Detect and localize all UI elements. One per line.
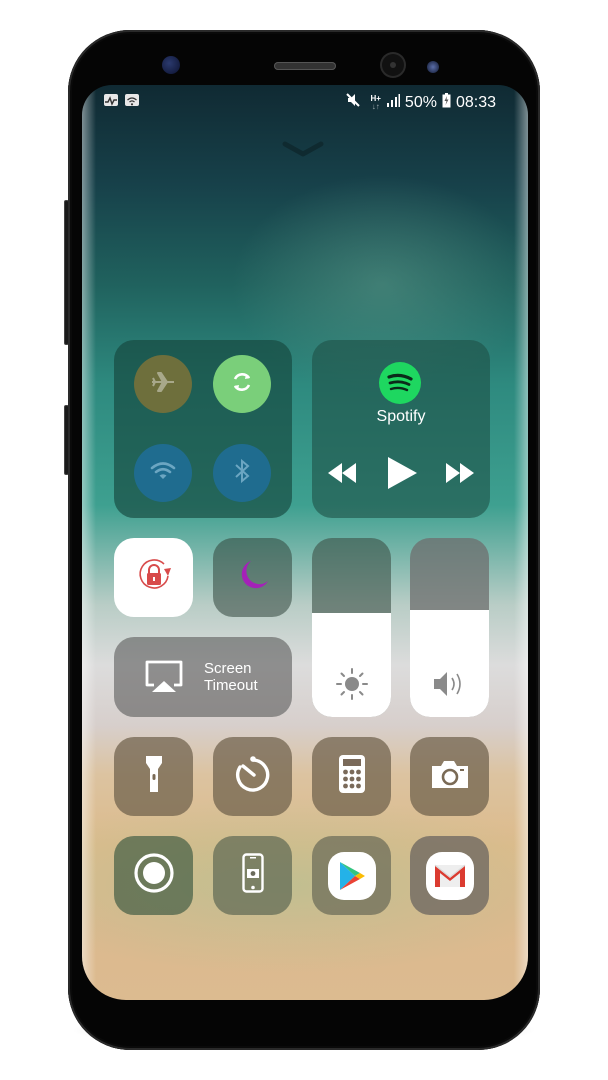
play-store-button[interactable] (312, 836, 391, 915)
play-store-icon (327, 851, 376, 900)
calculator-button[interactable] (312, 737, 391, 816)
front-camera (382, 54, 404, 76)
screen-edge-left (82, 85, 96, 1000)
iris-scanner (427, 61, 439, 73)
music-app-name: Spotify (376, 408, 426, 425)
speaker-icon (410, 667, 489, 701)
flashlight-button[interactable] (114, 737, 193, 816)
bluetooth-toggle[interactable] (213, 444, 271, 502)
volume-slider[interactable] (410, 538, 489, 717)
screen-timeout-label: Screen Timeout (204, 660, 258, 694)
chevron-down-icon[interactable] (281, 138, 325, 162)
camera-icon (430, 758, 470, 795)
play-icon (385, 456, 419, 495)
earpiece-speaker (274, 62, 336, 70)
next-button[interactable] (444, 460, 476, 490)
signal-icon (386, 93, 400, 112)
gmail-button[interactable] (410, 836, 489, 915)
gmail-icon (425, 851, 474, 900)
flashlight-icon (143, 754, 165, 799)
timer-icon (233, 754, 273, 799)
rotation-lock-toggle[interactable] (114, 538, 193, 617)
battery-percent: 50% (404, 93, 437, 111)
network-hplus-icon: H+ ↓↑ (370, 93, 381, 111)
sync-icon (229, 369, 255, 400)
music-player-panel: Spotify (312, 340, 490, 518)
do-not-disturb-toggle[interactable] (213, 538, 292, 617)
sun-icon (312, 667, 391, 701)
moon-icon (235, 557, 271, 598)
auto-sync-toggle[interactable] (213, 355, 271, 413)
spotify-icon[interactable] (379, 362, 421, 404)
fast-forward-icon (444, 461, 476, 490)
brightness-slider-fill (312, 613, 391, 717)
airplane-mode-toggle[interactable] (134, 355, 192, 413)
screen-timeout-button[interactable]: Screen Timeout (114, 637, 292, 717)
screenshot-button[interactable] (213, 836, 292, 915)
connectivity-panel (114, 340, 292, 518)
airplay-icon (144, 659, 184, 698)
calculator-icon (338, 754, 366, 799)
activity-monitor-icon (104, 94, 118, 106)
rewind-icon (326, 461, 358, 490)
rotation-lock-icon (134, 555, 174, 600)
mute-icon (345, 92, 361, 113)
proximity-sensor (162, 56, 180, 74)
camera-button[interactable] (410, 737, 489, 816)
record-icon (133, 852, 175, 899)
play-button[interactable] (384, 456, 420, 495)
wifi-notification-icon (125, 94, 139, 106)
status-bar: H+ ↓↑ 50% 08:33 (82, 85, 528, 117)
screen-edge-right (514, 85, 528, 1000)
wifi-toggle[interactable] (134, 444, 192, 502)
brightness-slider[interactable] (312, 538, 391, 717)
clock: 08:33 (455, 93, 496, 111)
control-center-screen: H+ ↓↑ 50% 08:33 Spotify Screen Timeout (82, 85, 528, 1000)
airplane-icon (150, 369, 176, 400)
screenshot-icon (241, 853, 264, 898)
previous-button[interactable] (326, 460, 358, 490)
timer-button[interactable] (213, 737, 292, 816)
wifi-icon (149, 460, 177, 487)
battery-charging-icon (442, 92, 451, 113)
screen-record-button[interactable] (114, 836, 193, 915)
bluetooth-icon (233, 458, 251, 489)
